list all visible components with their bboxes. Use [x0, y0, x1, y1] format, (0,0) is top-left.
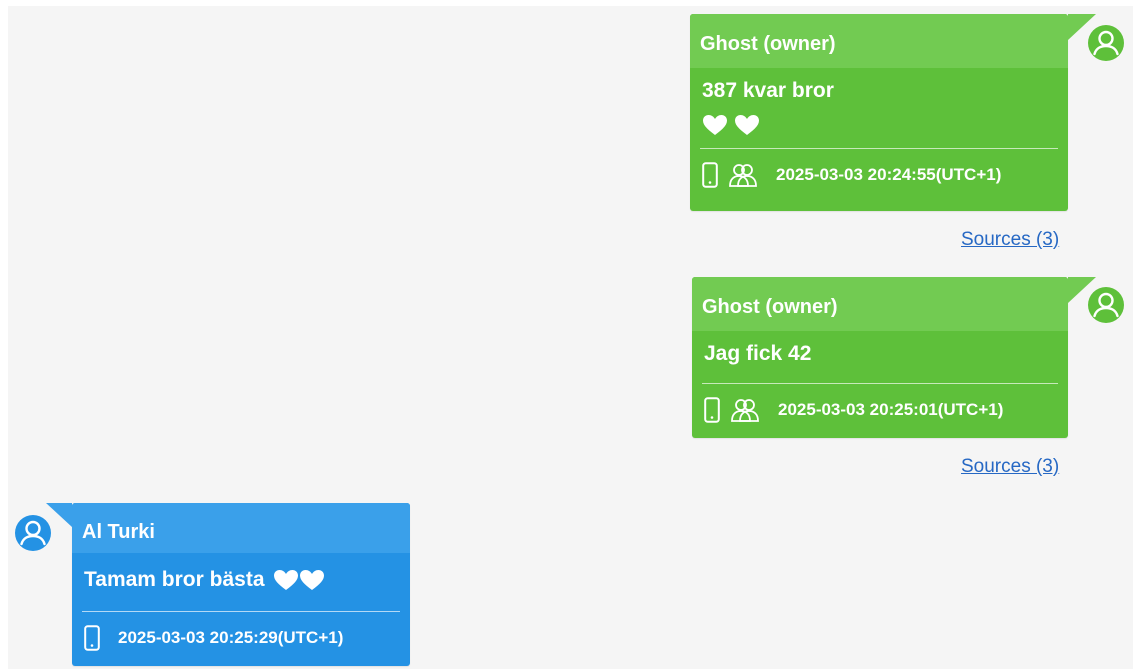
white-heart-icon: [273, 570, 298, 590]
message-timestamp: 2025-03-03 20:25:01(UTC+1): [778, 400, 1004, 419]
message-footer: 2025-03-03 20:24:55(UTC+1): [690, 149, 1068, 201]
message-text: Jag fick 42: [704, 342, 812, 365]
message-bubble-outgoing[interactable]: Ghost (owner) Jag fick 42 2025-03-03 20:…: [692, 277, 1096, 438]
group-icon: [728, 162, 758, 188]
white-heart-icon: [734, 115, 759, 136]
message-text: Tamam bror bästa: [84, 568, 265, 591]
sources-link[interactable]: Sources (3): [961, 456, 1059, 478]
message-footer: 2025-03-03 20:25:01(UTC+1): [692, 384, 1068, 436]
message-sender: Ghost (owner): [690, 14, 1068, 68]
sources-link[interactable]: Sources (3): [961, 229, 1059, 251]
message-text: 387 kvar bror: [702, 79, 834, 102]
white-heart-icon: [703, 115, 727, 136]
message-sender: Al Turki: [72, 503, 410, 553]
white-heart-icon: [299, 570, 324, 590]
phone-icon: [702, 162, 718, 188]
message-footer: 2025-03-03 20:25:29(UTC+1): [72, 612, 410, 664]
bubble-tail: [46, 503, 72, 527]
avatar-icon[interactable]: [1087, 24, 1125, 62]
group-icon: [730, 397, 760, 423]
phone-icon: [704, 397, 720, 423]
message-emoji: [273, 569, 325, 591]
message-sender: Ghost (owner): [692, 277, 1068, 331]
message-bubble-outgoing[interactable]: Ghost (owner) 387 kvar bror 2025-03-03 2…: [690, 14, 1096, 211]
message-emoji: [702, 112, 1056, 138]
message-timestamp: 2025-03-03 20:25:29(UTC+1): [118, 628, 344, 647]
phone-icon: [84, 625, 100, 651]
message-bubble-incoming[interactable]: Al Turki Tamam bror bästa 2025-03-03 20:…: [46, 503, 410, 666]
avatar-icon[interactable]: [1087, 286, 1125, 324]
message-timestamp: 2025-03-03 20:24:55(UTC+1): [776, 165, 1002, 184]
